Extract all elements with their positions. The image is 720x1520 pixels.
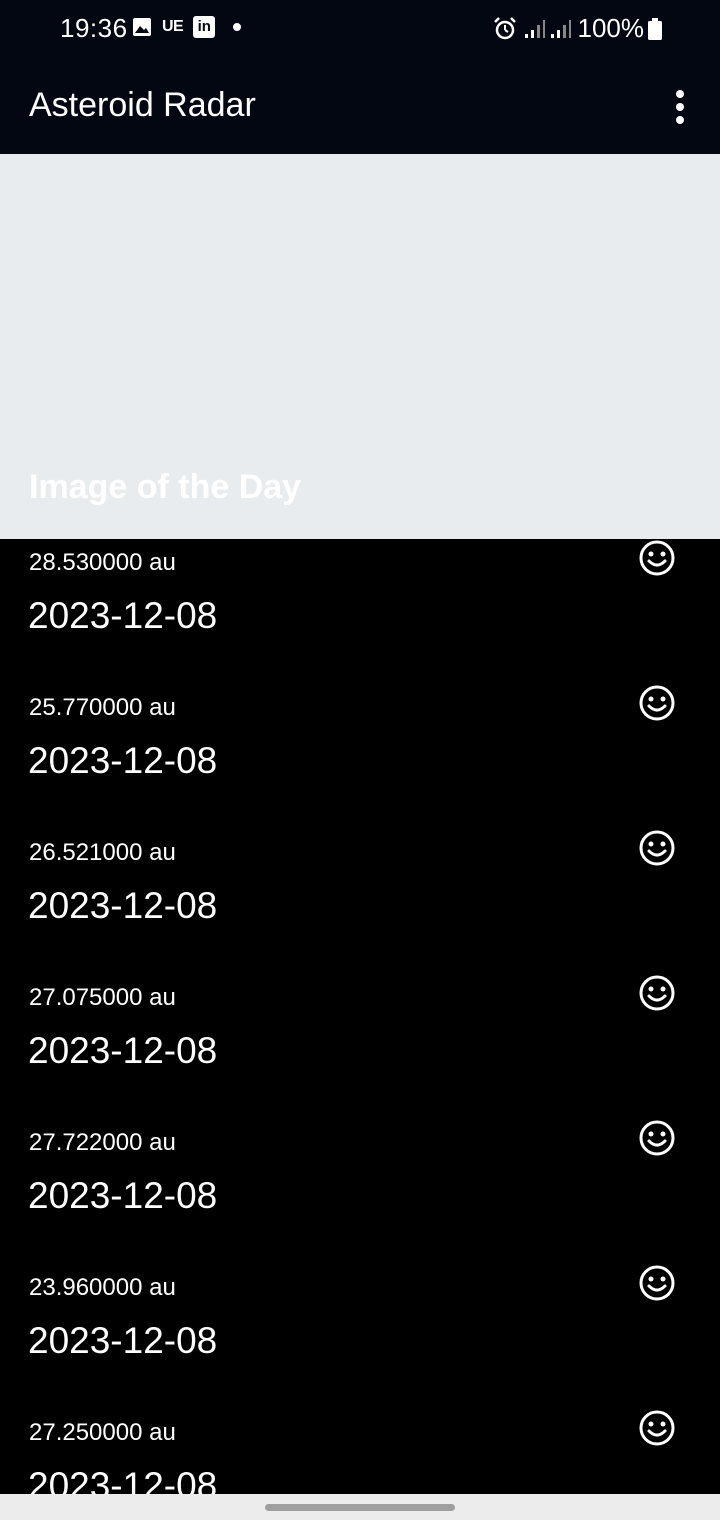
smiley-icon [639, 830, 675, 866]
system-navigation-bar [0, 1494, 720, 1520]
asteroid-list-item[interactable]: 27.075000 au 2023-12-08 [0, 974, 720, 1119]
status-time: 19:36 [60, 13, 128, 43]
alarm-icon [494, 17, 516, 40]
asteroid-distance: 25.770000 au [29, 694, 176, 721]
asteroid-list-item[interactable]: 23.960000 au 2023-12-08 [0, 1264, 720, 1409]
carrier-badge: UE [162, 18, 184, 35]
asteroid-distance: 23.960000 au [29, 1274, 176, 1301]
smiley-icon [639, 1265, 675, 1301]
asteroid-approach-date: 2023-12-08 [28, 595, 218, 636]
asteroid-distance: 27.722000 au [29, 1129, 176, 1156]
asteroid-list-item[interactable]: 27.722000 au 2023-12-08 [0, 1119, 720, 1264]
asteroid-approach-date: 2023-12-08 [28, 1175, 218, 1216]
image-of-the-day-title: Image of the Day [29, 468, 302, 506]
asteroid-list[interactable]: 28.530000 au 2023-12-08 25.770000 au 202… [0, 539, 720, 1494]
status-notification-icons: UE in [132, 16, 242, 38]
smiley-icon [639, 975, 675, 1011]
battery-icon [648, 18, 662, 40]
app-bar: Asteroid Radar [0, 56, 720, 154]
signal-icon-sim2 [551, 20, 571, 38]
battery-percentage: 100% [577, 13, 645, 43]
smiley-icon [639, 1120, 675, 1156]
asteroid-list-item[interactable]: 27.250000 au 2023-12-08 [0, 1409, 720, 1494]
asteroid-list-item[interactable]: 26.521000 au 2023-12-08 [0, 829, 720, 974]
overflow-menu-icon[interactable] [668, 88, 692, 124]
asteroid-distance: 27.250000 au [29, 1419, 176, 1446]
status-bar: 19:36 UE in 100% [0, 0, 720, 56]
signal-icon-sim1 [525, 20, 545, 38]
asteroid-approach-date: 2023-12-08 [28, 1320, 218, 1361]
asteroid-distance: 26.521000 au [29, 839, 176, 866]
asteroid-approach-date: 2023-12-08 [28, 1030, 218, 1071]
asteroid-approach-date: 2023-12-08 [28, 740, 218, 781]
smiley-icon [639, 685, 675, 721]
asteroid-list-item[interactable]: 28.530000 au 2023-12-08 [0, 539, 720, 684]
asteroid-distance: 27.075000 au [29, 984, 176, 1011]
screen: 19:36 UE in 100% Asteroid Radar Image of… [0, 0, 720, 1520]
smiley-icon [639, 1410, 675, 1446]
asteroid-approach-date: 2023-12-08 [28, 885, 218, 926]
more-notifications-dot-icon [233, 23, 242, 31]
smiley-icon [639, 540, 675, 576]
image-of-the-day[interactable]: Image of the Day [0, 154, 720, 539]
app-title: Asteroid Radar [29, 86, 256, 124]
asteroid-distance: 28.530000 au [29, 549, 176, 576]
asteroid-approach-date: 2023-12-08 [28, 1465, 218, 1494]
asteroid-list-item[interactable]: 25.770000 au 2023-12-08 [0, 684, 720, 829]
linkedin-icon: in [193, 16, 216, 38]
image-notification-icon [133, 18, 151, 36]
home-indicator[interactable] [265, 1504, 455, 1511]
